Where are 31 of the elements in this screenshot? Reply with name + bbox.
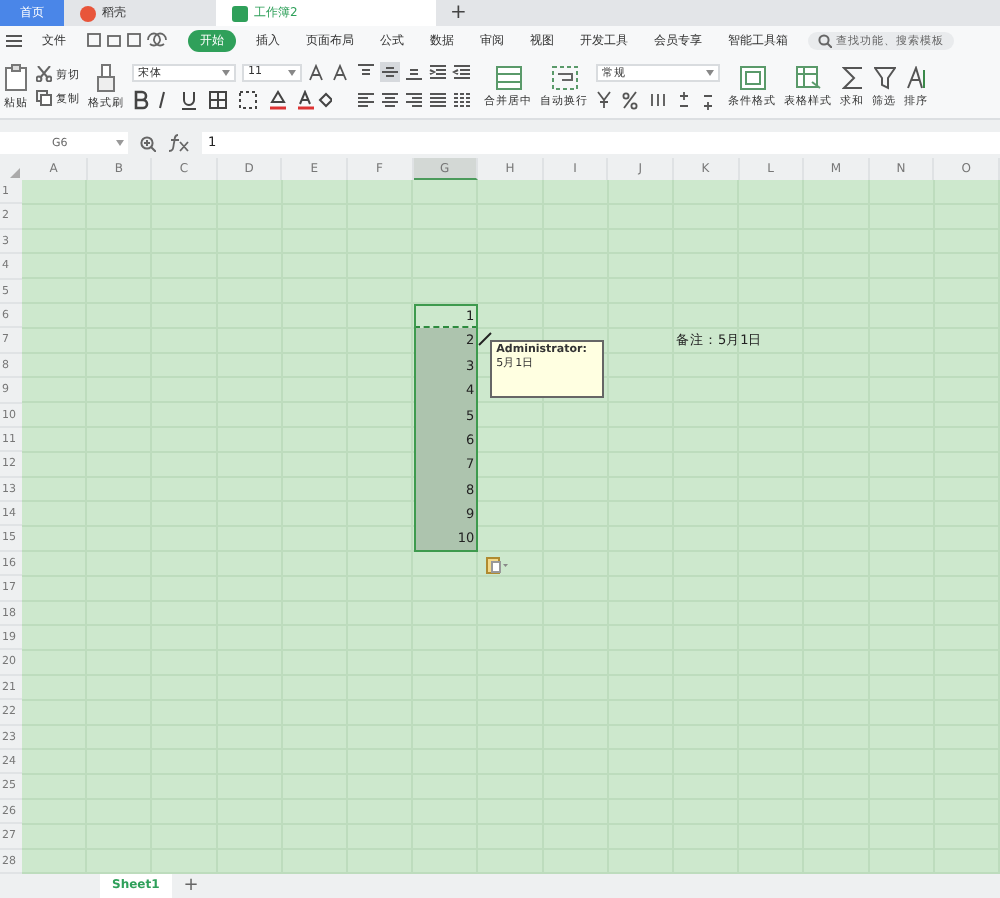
corner-triangle-icon xyxy=(10,168,20,178)
merge-cells-icon xyxy=(495,65,521,89)
add-sheet-button[interactable]: + xyxy=(183,873,199,898)
function-icon[interactable] xyxy=(168,134,190,152)
table-style-icon xyxy=(795,65,821,89)
caret-icon xyxy=(222,69,230,75)
caret-icon xyxy=(116,140,124,146)
font-size-buttons[interactable] xyxy=(308,63,348,81)
filter-icon xyxy=(873,65,895,89)
wrap-text-icon xyxy=(551,65,577,89)
scissors-icon xyxy=(36,66,52,82)
outdent-align-icon[interactable] xyxy=(452,62,472,82)
paste-options-icon[interactable] xyxy=(486,555,509,574)
table-format-icon xyxy=(739,65,765,89)
caret-icon xyxy=(706,69,714,75)
zoom-icon[interactable] xyxy=(140,135,156,151)
caret-icon xyxy=(288,69,296,75)
menu-icon[interactable] xyxy=(6,33,22,47)
leader-line xyxy=(478,332,493,347)
search-icon xyxy=(818,33,832,47)
horizontal-align-toolbar[interactable] xyxy=(356,90,476,110)
indent-align-icon[interactable] xyxy=(428,62,448,82)
sort-icon xyxy=(905,65,927,89)
middle-align-icon[interactable] xyxy=(380,62,400,82)
new-tab-button[interactable]: + xyxy=(436,0,481,26)
app-logo-icon xyxy=(80,5,96,21)
font-style-toolbar[interactable] xyxy=(132,89,332,109)
sheet-icon xyxy=(232,5,248,21)
brush-icon xyxy=(96,63,116,91)
sigma-icon xyxy=(841,65,863,89)
copy-icon xyxy=(36,90,52,106)
